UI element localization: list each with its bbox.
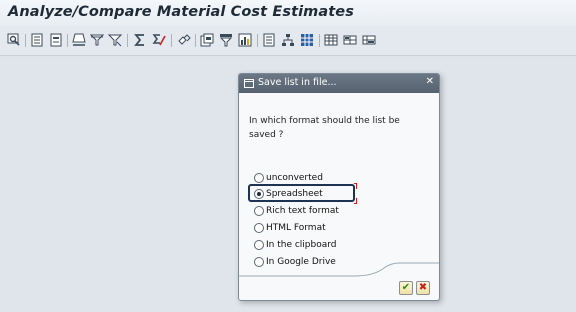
option-label: unconverted [266,172,323,183]
toolbar-separator [171,34,172,47]
chart-icon[interactable] [238,33,252,47]
document-icon[interactable] [30,33,44,47]
save-list-dialog: Save list in file... ✕ In which format s… [238,73,440,301]
sum-icon[interactable] [133,33,147,47]
option-html-format[interactable]: HTML Format [254,221,326,234]
radio-button[interactable] [254,172,264,183]
cancel-icon: ✖ [418,282,428,293]
document-icon[interactable] [49,33,63,47]
dialog-question: In which format should the list be saved… [249,116,400,140]
table-icon[interactable] [324,33,338,47]
required-marker [354,198,357,204]
radio-button[interactable] [254,188,264,199]
radio-button[interactable] [254,239,264,250]
option-unconverted[interactable]: unconverted [254,171,323,184]
toolbar-separator [25,34,26,47]
filter-icon[interactable] [90,33,104,47]
dialog-header: Save list in file... ✕ [239,74,439,93]
footer-divider [239,262,439,277]
option-label: In the clipboard [266,239,337,250]
checkmark-icon: ✔ [401,282,411,293]
filter-icon[interactable] [219,33,233,47]
cancel-button[interactable]: ✖ [416,281,430,295]
toolbar-separator [319,34,320,47]
application-toolbar [0,26,576,56]
hierarchy-icon[interactable] [281,33,295,47]
toolbar-separator [67,34,68,47]
close-icon[interactable]: ✕ [426,76,434,87]
layout-icon[interactable] [362,33,376,47]
required-marker [354,183,357,189]
option-clipboard[interactable]: In the clipboard [254,238,337,251]
search-icon[interactable] [7,33,21,47]
radio-button[interactable] [254,205,264,216]
toolbar-separator [195,34,196,47]
window-title: Analyze/Compare Material Cost Estimates [8,4,354,20]
link-icon[interactable] [177,33,191,47]
toolbar-separator [257,34,258,47]
radio-button[interactable] [254,222,264,233]
toolbar-separator [127,34,128,47]
option-label: Rich text format [266,205,339,216]
window-icon [244,79,254,88]
grid-icon[interactable] [300,33,314,47]
title-bar: Analyze/Compare Material Cost Estimates [0,0,576,26]
option-spreadsheet[interactable]: Spreadsheet [254,187,323,200]
subtotal-icon[interactable] [152,33,166,47]
dialog-title: Save list in file... [258,77,337,88]
list-icon[interactable] [262,33,276,47]
layout-icon[interactable] [343,33,357,47]
print-icon[interactable] [72,33,86,47]
confirm-button[interactable]: ✔ [399,281,413,295]
export-icon[interactable] [200,33,214,47]
option-label: Spreadsheet [266,188,323,199]
option-label: HTML Format [266,222,326,233]
filter-icon[interactable] [108,33,122,47]
option-rich-text-format[interactable]: Rich text format [254,204,339,217]
